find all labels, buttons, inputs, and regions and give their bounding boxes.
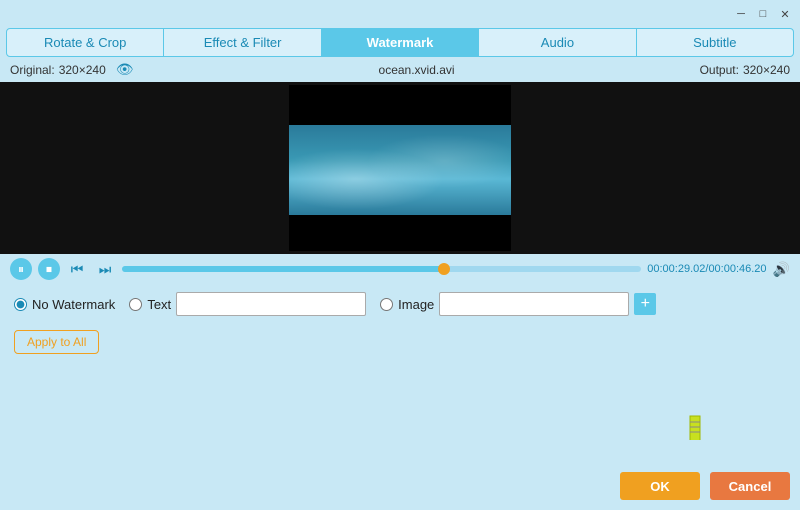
original-size: 320×240 — [59, 63, 106, 77]
preview-icon[interactable]: 👁 — [116, 61, 134, 78]
video-thumbnail — [289, 85, 511, 251]
progress-bar[interactable] — [122, 266, 641, 272]
text-watermark-radio[interactable] — [129, 298, 142, 311]
tab-effect-filter[interactable]: Effect & Filter — [164, 29, 321, 56]
watermark-section: No Watermark Text Image + — [0, 284, 800, 324]
tab-watermark[interactable]: Watermark — [322, 29, 479, 56]
video-frame — [289, 125, 511, 215]
text-watermark-group: Text — [129, 292, 366, 316]
bottom-area: OK Cancel — [0, 440, 800, 510]
ok-button[interactable]: OK — [620, 472, 700, 500]
no-watermark-radio[interactable] — [14, 298, 27, 311]
image-watermark-radio[interactable] — [380, 298, 393, 311]
minimize-button[interactable]: ─ — [734, 7, 748, 21]
progress-thumb[interactable] — [438, 263, 450, 275]
title-bar: ─ □ ✕ — [0, 0, 800, 28]
maximize-button[interactable]: □ — [756, 7, 770, 21]
text-watermark-input[interactable] — [176, 292, 366, 316]
apply-section: Apply to All — [0, 324, 800, 360]
output-label: Output: — [700, 63, 739, 77]
video-area — [0, 82, 800, 254]
image-watermark-input[interactable] — [439, 292, 629, 316]
close-button[interactable]: ✕ — [778, 7, 792, 21]
tab-audio[interactable]: Audio — [479, 29, 636, 56]
image-watermark-group: Image + — [380, 292, 656, 316]
stop-button[interactable]: ⏹ — [38, 258, 60, 280]
no-watermark-group: No Watermark — [14, 297, 115, 312]
tab-rotate-crop[interactable]: Rotate & Crop — [7, 29, 164, 56]
video-top-black — [289, 85, 511, 125]
prev-button[interactable]: ⏮ — [66, 258, 88, 280]
info-bar: Original: 320×240 👁 ocean.xvid.avi Outpu… — [0, 57, 800, 82]
image-watermark-label[interactable]: Image — [398, 297, 434, 312]
tab-subtitle[interactable]: Subtitle — [637, 29, 793, 56]
text-watermark-label[interactable]: Text — [147, 297, 171, 312]
time-display: 00:00:29.02/00:00:46.20 — [647, 263, 766, 275]
controls-bar: ⏸ ⏹ ⏮ ⏭ 00:00:29.02/00:00:46.20 🔊 — [0, 254, 800, 284]
add-image-button[interactable]: + — [634, 293, 656, 315]
no-watermark-label[interactable]: No Watermark — [32, 297, 115, 312]
cancel-button[interactable]: Cancel — [710, 472, 790, 500]
output-size: 320×240 — [743, 63, 790, 77]
pause-button[interactable]: ⏸ — [10, 258, 32, 280]
apply-to-all-button[interactable]: Apply to All — [14, 330, 99, 354]
video-bottom-black — [289, 215, 511, 251]
next-button[interactable]: ⏭ — [94, 258, 116, 280]
progress-fill — [122, 266, 444, 272]
volume-icon[interactable]: 🔊 — [773, 261, 790, 278]
filename: ocean.xvid.avi — [379, 63, 455, 77]
original-label: Original: — [10, 63, 55, 77]
tab-bar: Rotate & Crop Effect & Filter Watermark … — [6, 28, 794, 57]
